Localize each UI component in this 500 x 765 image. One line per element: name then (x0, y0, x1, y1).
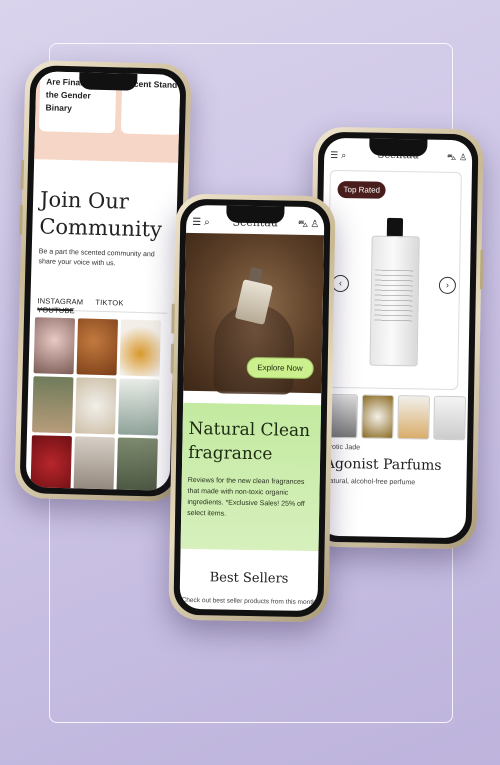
user-icon[interactable]: ♙ (459, 152, 467, 163)
hero-title: Natural Clean fragrance (188, 418, 311, 465)
photo-tile[interactable] (75, 377, 117, 435)
photo-tile[interactable] (117, 378, 160, 436)
photo-tile[interactable] (30, 435, 72, 491)
user-icon[interactable]: ♙ (310, 219, 319, 230)
search-icon[interactable]: ⌕ (341, 150, 346, 161)
cart-icon[interactable]: ⛍ (447, 152, 456, 164)
photo-grid (30, 317, 161, 491)
product-description: Natural, alcohol-free perfume (324, 477, 416, 487)
photo-tile[interactable] (33, 317, 76, 375)
hero-banner: Natural Clean fragrance Reviews for the … (180, 402, 322, 552)
cart-icon[interactable]: ⛍ (298, 219, 309, 232)
photo-tile[interactable] (76, 318, 118, 376)
photo-tile[interactable] (32, 376, 74, 434)
photo-tile[interactable] (119, 319, 161, 377)
thumbnail[interactable] (361, 394, 395, 439)
community-title: Join Our Community (39, 187, 163, 242)
product-title: Agonist Parfums (324, 455, 442, 474)
carousel-prev-button[interactable]: ‹ (331, 274, 350, 293)
photo-tile[interactable] (116, 437, 158, 491)
phone-home: ☰ ⌕ Scentau ⛍ ♙ Explore Now Natural Clea… (168, 193, 336, 623)
social-tabs: INSTAGRAM TIKTOK YOUTUBE (37, 296, 174, 318)
phone-community: Are Finally the Gender Binary Scent Stan… (14, 59, 192, 503)
menu-icon[interactable]: ☰ (192, 217, 201, 228)
explore-now-button[interactable]: Explore Now (246, 356, 314, 380)
search-icon[interactable]: ⌕ (204, 217, 210, 228)
hero-text: Reviews for the new clean fragrances tha… (187, 476, 305, 518)
menu-icon[interactable]: ☰ (330, 150, 338, 161)
thumbnail[interactable] (397, 395, 430, 440)
carousel-next-button[interactable]: › (438, 276, 457, 295)
community-subtitle: Be a part the scented community and shar… (38, 248, 155, 268)
best-sellers-subtitle: Check out best seller products from this… (181, 596, 316, 607)
top-rated-badge: Top Rated (337, 180, 387, 199)
product-carousel: Top Rated ‹ › (326, 169, 462, 391)
product-thumbnails (325, 393, 466, 441)
photo-tile[interactable] (73, 436, 115, 491)
thumbnail[interactable] (433, 395, 466, 441)
tab-tiktok[interactable]: TIKTOK (95, 298, 123, 308)
best-sellers-title: Best Sellers (209, 570, 289, 587)
